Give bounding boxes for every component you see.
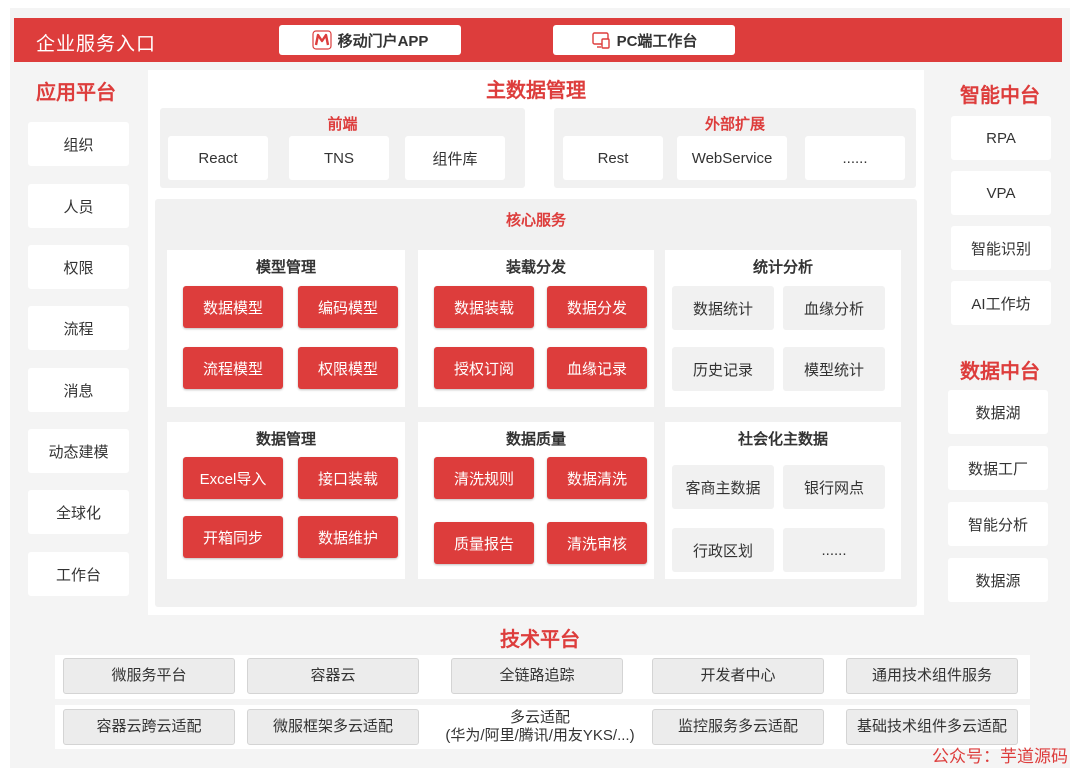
group-data-management-title: 数据管理	[255, 431, 316, 448]
watermark: 公众号：芋道源码	[932, 747, 1068, 766]
tech-item-microservice-platform: 微服务平台	[63, 658, 235, 694]
data-item-data-source: 数据源	[948, 558, 1048, 602]
core-item-data-load: 数据装载	[434, 286, 534, 328]
app-item-workflow: 流程	[28, 306, 129, 350]
data-platform-title: 数据中台	[960, 361, 1040, 383]
tech-item-multicloud-adaptation: 多云适配 (华为/阿里/腾讯/用友YKS/...)	[435, 705, 645, 749]
core-item-quality-report: 质量报告	[434, 522, 534, 564]
core-item-history-record: 历史记录	[672, 347, 774, 391]
ai-item-vpa: VPA	[951, 171, 1051, 215]
core-item-data-model: 数据模型	[183, 286, 283, 328]
m-logo-icon	[311, 30, 332, 50]
tech-item-container-cross-cloud: 容器云跨云适配	[63, 709, 235, 745]
pc-icon	[591, 30, 611, 50]
frontend-item-react: React	[168, 136, 268, 180]
core-item-authorized-subscription: 授权订阅	[434, 347, 534, 389]
enterprise-service-entry-title: 企业服务入口	[36, 34, 157, 55]
ai-item-smart-recognition: 智能识别	[951, 226, 1051, 270]
app-item-dynamic-modeling: 动态建模	[28, 429, 129, 473]
core-item-administrative-division: 行政区划	[672, 528, 774, 572]
core-item-permission-model: 权限模型	[298, 347, 398, 389]
app-item-message: 消息	[28, 368, 129, 412]
mdm-title: 主数据管理	[486, 80, 586, 102]
core-item-data-cleansing: 数据清洗	[547, 457, 647, 499]
core-item-bank-branch: 银行网点	[783, 465, 885, 509]
mobile-portal-app-button[interactable]: 移动门户APP	[279, 25, 461, 55]
core-item-lineage-analysis: 血缘分析	[783, 286, 885, 330]
frontend-item-tns: TNS	[289, 136, 389, 180]
frontend-title: 前端	[327, 116, 358, 133]
core-item-model-statistics: 模型统计	[783, 347, 885, 391]
enterprise-service-entry-bar: 企业服务入口 移动门户APP PC端工作台	[14, 18, 1062, 62]
tech-item-microservice-multicloud: 微服框架多云适配	[247, 709, 419, 745]
core-item-out-of-box-sync: 开箱同步	[183, 516, 283, 558]
group-load-distribute-title: 装载分发	[505, 259, 566, 276]
group-social-master-data-title: 社会化主数据	[737, 431, 828, 448]
external-item-more: ......	[805, 136, 905, 180]
app-item-people: 人员	[28, 184, 129, 228]
core-item-merchant-master-data: 客商主数据	[672, 465, 774, 509]
data-item-data-factory: 数据工厂	[948, 446, 1048, 490]
core-item-cleansing-review: 清洗审核	[547, 522, 647, 564]
data-item-data-lake: 数据湖	[948, 390, 1048, 434]
external-item-webservice: WebService	[677, 136, 787, 180]
tech-item-monitoring-multicloud: 监控服务多云适配	[652, 709, 824, 745]
core-item-workflow-model: 流程模型	[183, 347, 283, 389]
multicloud-adaptation-label: 多云适配	[509, 709, 570, 726]
ai-item-rpa: RPA	[951, 116, 1051, 160]
tech-platform-title: 技术平台	[500, 629, 580, 651]
tech-item-container-cloud: 容器云	[247, 658, 419, 694]
app-item-workbench: 工作台	[28, 552, 129, 596]
group-statistics-analysis-title: 统计分析	[752, 259, 813, 276]
ai-platform-title: 智能中台	[960, 85, 1040, 107]
multicloud-adaptation-vendors: (华为/阿里/腾讯/用友YKS/...)	[445, 727, 635, 744]
app-item-globalization: 全球化	[28, 490, 129, 534]
tech-item-common-components: 通用技术组件服务	[846, 658, 1018, 694]
tech-item-base-components-multicloud: 基础技术组件多云适配	[846, 709, 1018, 745]
group-model-management-title: 模型管理	[255, 259, 316, 276]
core-item-interface-load: 接口装载	[298, 457, 398, 499]
mobile-portal-app-label: 移动门户APP	[337, 32, 429, 50]
frontend-item-component-lib: 组件库	[405, 136, 505, 180]
core-item-excel-import: Excel导入	[183, 457, 283, 499]
core-item-lineage-record: 血缘记录	[547, 347, 647, 389]
core-item-more: ......	[783, 528, 885, 572]
external-extension-title: 外部扩展	[704, 116, 765, 133]
app-item-org: 组织	[28, 122, 129, 166]
core-item-data-statistics: 数据统计	[672, 286, 774, 330]
pc-workbench-label: PC端工作台	[616, 32, 698, 50]
pc-workbench-button[interactable]: PC端工作台	[553, 25, 735, 55]
core-item-code-model: 编码模型	[298, 286, 398, 328]
core-item-data-distribute: 数据分发	[547, 286, 647, 328]
tech-item-full-link-tracing: 全链路追踪	[451, 658, 623, 694]
core-item-cleansing-rules: 清洗规则	[434, 457, 534, 499]
tech-item-developer-center: 开发者中心	[652, 658, 824, 694]
app-item-permission: 权限	[28, 245, 129, 289]
core-service-title: 核心服务	[505, 212, 566, 229]
ai-item-ai-workshop: AI工作坊	[951, 281, 1051, 325]
data-item-smart-analysis: 智能分析	[948, 502, 1048, 546]
app-platform-title: 应用平台	[36, 82, 116, 104]
external-item-rest: Rest	[563, 136, 663, 180]
group-data-quality-title: 数据质量	[505, 431, 566, 448]
core-item-data-maintenance: 数据维护	[298, 516, 398, 558]
